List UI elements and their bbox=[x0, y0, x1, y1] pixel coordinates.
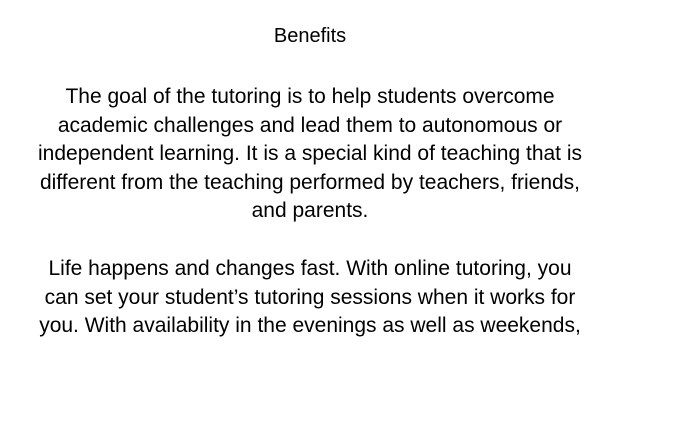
section-heading: Benefits bbox=[273, 25, 347, 47]
document-page: Benefits The goal of the tutoring is to … bbox=[0, 0, 620, 430]
paragraph-scheduling: Life happens and changes fast. With onli… bbox=[39, 257, 581, 337]
paragraph-goal: The goal of the tutoring is to help stud… bbox=[37, 85, 583, 222]
